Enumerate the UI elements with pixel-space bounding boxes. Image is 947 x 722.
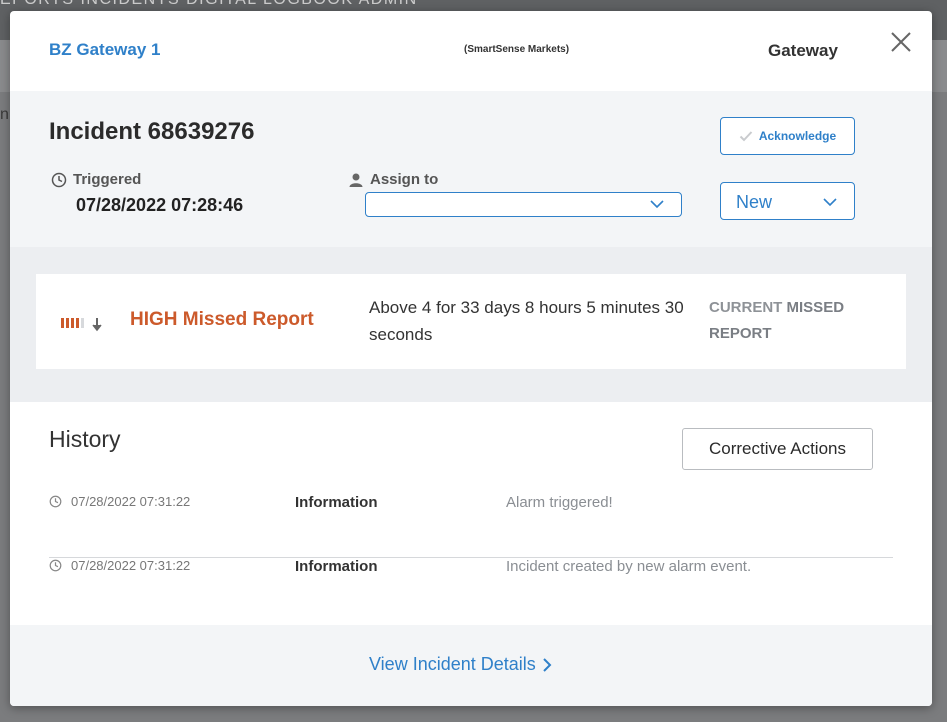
assign-label: Assign to: [348, 171, 438, 188]
view-incident-details-label: View Incident Details: [369, 654, 536, 674]
history-type: Information: [295, 494, 378, 511]
chevron-down-icon: [650, 200, 664, 209]
history-message: Incident created by new alarm event.: [506, 558, 752, 575]
modal-footer: View Incident Details: [10, 625, 932, 706]
history-message: Alarm triggered!: [506, 494, 613, 511]
status-value: New: [736, 192, 773, 212]
close-icon: [891, 32, 911, 52]
modal-header: BZ Gateway 1 (SmartSense Markets) Gatewa…: [10, 11, 932, 91]
alarm-name: HIGH Missed Report: [130, 309, 314, 330]
history-time: 07/28/2022 07:31:22: [49, 494, 190, 509]
history-time-text: 07/28/2022 07:31:22: [71, 558, 191, 573]
close-button[interactable]: [888, 29, 914, 55]
acknowledge-label: Acknowledge: [758, 129, 837, 143]
incident-title: Incident 68639276: [49, 118, 255, 145]
triggered-timestamp: 07/28/2022 07:28:46: [76, 195, 244, 215]
history-time-text: 07/28/2022 07:31:22: [71, 494, 191, 509]
device-type: Gateway: [768, 41, 838, 60]
assign-label-text: Assign to: [370, 171, 439, 188]
history-row: 07/28/2022 07:31:22 Information Incident…: [49, 558, 893, 622]
history-title: History: [49, 426, 121, 452]
status-dropdown[interactable]: New: [720, 182, 855, 220]
corrective-actions-button[interactable]: Corrective Actions: [682, 428, 873, 470]
clock-icon: [49, 495, 62, 508]
triggered-label-text: Triggered: [73, 171, 142, 188]
incident-modal: BZ Gateway 1 (SmartSense Markets) Gatewa…: [10, 11, 932, 706]
alarm-state-prefix: CURRENT: [709, 299, 783, 316]
view-incident-details-link[interactable]: View Incident Details: [369, 654, 552, 675]
check-icon: [739, 131, 753, 142]
gateway-name[interactable]: BZ Gateway 1: [49, 40, 161, 60]
incident-summary: Incident 68639276 Triggered 07/28/2022 0…: [10, 91, 932, 247]
assign-dropdown[interactable]: [365, 192, 682, 217]
user-icon: [349, 173, 363, 187]
background-partial-text: n: [0, 106, 9, 123]
history-time: 07/28/2022 07:31:22: [49, 558, 190, 573]
alarm-section: HIGH Missed Report Above 4 for 33 days 8…: [10, 247, 932, 402]
customer-name: (SmartSense Markets): [464, 44, 570, 55]
chevron-right-icon: [543, 657, 552, 672]
history-row: 07/28/2022 07:31:22 Information Alarm tr…: [49, 494, 893, 558]
acknowledge-button[interactable]: Acknowledge: [720, 117, 855, 155]
clock-icon: [49, 559, 62, 572]
alarm-description: Above 4 for 33 days 8 hours 5 minutes 30…: [369, 298, 684, 344]
alarm-state: CURRENT MISSED REPORT: [709, 295, 884, 347]
chevron-down-icon: [823, 198, 837, 207]
history-type: Information: [295, 558, 378, 575]
background-nav: EPORTS INCIDENTS DIGITAL LOGBOOK ADMIN: [0, 0, 418, 11]
clock-icon: [51, 172, 67, 187]
alarm-card: HIGH Missed Report Above 4 for 33 days 8…: [36, 274, 906, 369]
triggered-label: Triggered: [51, 171, 141, 188]
signal-missed-icon: [61, 318, 102, 332]
